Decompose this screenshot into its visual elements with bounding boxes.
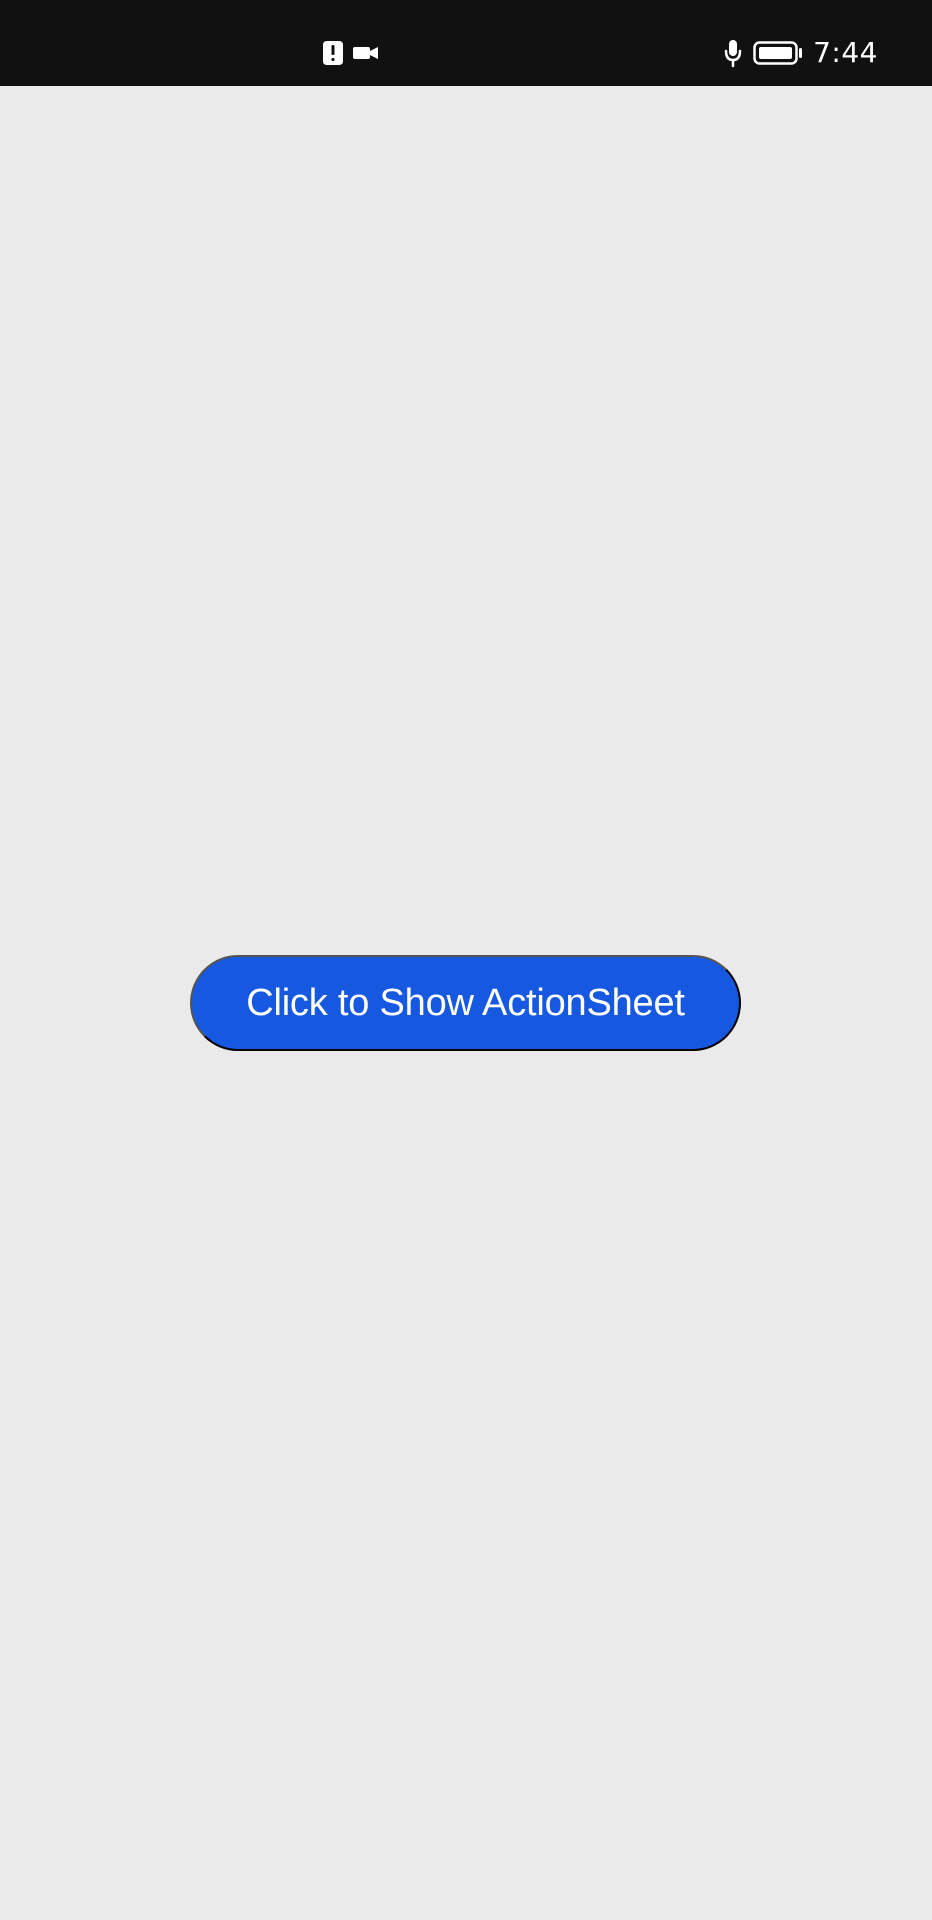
status-time: 7:44 <box>813 36 878 69</box>
status-bar: 7:44 <box>0 0 932 86</box>
alert-icon <box>322 40 344 66</box>
status-left-icons <box>322 40 380 66</box>
show-actionsheet-button[interactable]: Click to Show ActionSheet <box>190 955 741 1051</box>
status-right-group: 7:44 <box>723 36 878 70</box>
battery-icon <box>753 40 803 66</box>
microphone-icon <box>723 38 743 68</box>
video-camera-icon <box>352 44 380 62</box>
